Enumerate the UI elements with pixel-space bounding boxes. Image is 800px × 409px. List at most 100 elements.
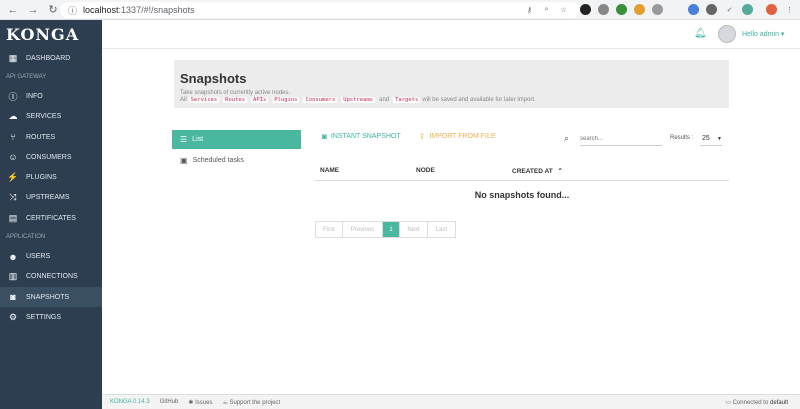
search-input[interactable] <box>580 132 662 146</box>
translate-icon[interactable] <box>688 4 699 15</box>
sidebar-item-users[interactable]: ☻ USERS <box>0 246 102 266</box>
import-file-button[interactable]: ⇪ IMPORT FROM FILE <box>419 132 496 141</box>
bell-icon[interactable]: 🔔︎ <box>694 28 707 39</box>
page-description-tags: All Services Routes APIs Plugins Consumers Up… <box>180 97 723 103</box>
extension-icon[interactable] <box>634 4 645 15</box>
entity-tag: Upstreams <box>341 97 376 103</box>
results-select[interactable]: 25 ▼ <box>700 132 722 146</box>
sidebar-item-snapshots[interactable]: ◙ SNAPSHOTS <box>0 286 102 308</box>
entity-tag: Consumers <box>303 97 338 103</box>
url-host: localhost <box>83 5 119 15</box>
page-next[interactable]: Next <box>400 222 428 237</box>
support-label: Support the project <box>229 399 281 406</box>
user-icon: ☺ <box>8 152 18 163</box>
sidebar-item-label: CONSUMERS <box>26 153 72 161</box>
instant-snapshot-button[interactable]: ◙ INSTANT SNAPSHOT <box>322 132 401 141</box>
key-icon[interactable]: ⚷ <box>524 4 535 15</box>
entity-tag: Targets <box>393 97 421 103</box>
import-file-label: IMPORT FROM FILE <box>429 133 496 140</box>
page-previous[interactable]: Previous <box>343 222 383 237</box>
extension-icon[interactable] <box>616 4 627 15</box>
forward-icon[interactable]: → <box>26 3 40 17</box>
entity-tag: Routes <box>223 97 248 103</box>
version-link[interactable]: KONGA 0.14.3 <box>110 399 150 405</box>
github-link[interactable]: GitHub <box>160 399 179 405</box>
section-api-gateway: API GATEWAY <box>6 74 47 81</box>
page-header: Snapshots Take snapshots of currently ac… <box>174 60 729 108</box>
snapshots-table: NAME NODE CREATED AT ⌃ No snapshots foun… <box>315 161 729 209</box>
extension-icon[interactable] <box>742 4 753 15</box>
extension-icon[interactable] <box>706 4 717 15</box>
address-bar[interactable]: ⓘ localhost:1337/#!/snapshots <box>60 2 580 18</box>
table-header: NAME NODE CREATED AT ⌃ <box>315 161 729 181</box>
camera-icon: ◙ <box>10 292 16 303</box>
page-current[interactable]: 1 <box>383 222 400 237</box>
issues-link[interactable]: ✱ Issues <box>188 399 212 406</box>
sidebar-item-upstreams[interactable]: ⤨ UPSTREAMS <box>0 188 102 208</box>
menu-item-list-label: List <box>192 136 204 143</box>
plug-icon: ⚡ <box>7 172 19 183</box>
menu-item-scheduled[interactable]: ▣ Scheduled tasks <box>172 151 301 170</box>
sidebar-item-settings[interactable]: ⚙ SETTINGS <box>0 307 102 327</box>
coffee-icon: ☕︎ <box>222 399 228 406</box>
calendar-icon: ▣ <box>180 156 188 165</box>
users-icon: ☻ <box>8 251 18 262</box>
sidebar-item-label: SERVICES <box>26 113 62 121</box>
connected-prefix: Connected to <box>732 399 769 406</box>
sidebar-item-routes[interactable]: ⑂ ROUTES <box>0 127 102 147</box>
page-last[interactable]: Last <box>428 222 455 237</box>
camera-icon: ◙ <box>322 132 327 141</box>
results-label: Results : <box>670 135 694 141</box>
footer: KONGA 0.14.3 GitHub ✱ Issues ☕︎ Support … <box>102 394 800 409</box>
entity-tag: Plugins <box>272 97 300 103</box>
url-path: :1337/#!/snapshots <box>118 5 195 15</box>
sidebar-item-label: SNAPSHOTS <box>26 293 70 301</box>
user-menu[interactable]: Hello admin ▾ <box>742 30 784 38</box>
connection-status[interactable]: ▭ Connected to default <box>725 399 788 406</box>
sidebar-item-label: CONNECTIONS <box>26 273 78 281</box>
sidebar-item-connections[interactable]: ▥ CONNECTIONS <box>0 267 102 287</box>
support-link[interactable]: ☕︎ Support the project <box>222 399 280 406</box>
column-created-at-label: CREATED AT <box>512 167 553 175</box>
check-icon[interactable]: ✓ <box>724 4 735 15</box>
sidebar-item-info[interactable]: ⓘ INFO <box>0 86 102 106</box>
star-icon[interactable]: ☆ <box>558 4 569 15</box>
sidebar-item-consumers[interactable]: ☺ CONSUMERS <box>0 147 102 167</box>
column-node[interactable]: NODE <box>416 167 435 174</box>
extension-icon[interactable] <box>580 4 591 15</box>
menu-item-scheduled-label: Scheduled tasks <box>192 157 244 164</box>
page-first[interactable]: First <box>316 222 343 237</box>
entity-tag: Services <box>188 97 220 103</box>
sidebar-item-plugins[interactable]: ⚡ PLUGINS <box>0 167 102 187</box>
shuffle-icon: ⤨ <box>9 192 17 203</box>
desc-and: and <box>379 97 390 103</box>
reload-icon[interactable]: ↻ <box>46 3 60 17</box>
zoom-icon[interactable]: ⌕ <box>541 4 552 15</box>
sort-up-icon: ⌃ <box>557 167 563 175</box>
sidebar-item-label: DASHBOARD <box>26 54 71 62</box>
sidebar-item-certificates[interactable]: ▤ CERTIFICATES <box>0 208 102 228</box>
certificate-icon: ▤ <box>8 212 18 223</box>
results-value: 25 <box>702 135 710 142</box>
sidebar-item-services[interactable]: ☁ SERVICES <box>0 107 102 127</box>
profile-icon[interactable] <box>766 4 777 15</box>
issues-label: Issues <box>195 399 213 406</box>
column-created-at[interactable]: CREATED AT ⌃ <box>512 167 563 175</box>
logo[interactable]: KONGA <box>0 20 102 48</box>
sidebar-item-dashboard[interactable]: ▦ DASHBOARD <box>0 48 102 68</box>
avatar[interactable] <box>718 25 736 43</box>
extension-icon[interactable] <box>652 4 663 15</box>
menu-icon[interactable]: ⋮ <box>784 4 795 15</box>
gear-icon: ⚙ <box>8 311 18 322</box>
desc-prefix: All <box>180 97 187 103</box>
section-application: APPLICATION <box>6 234 46 241</box>
back-icon[interactable]: ← <box>6 3 20 17</box>
column-name[interactable]: NAME <box>320 167 339 174</box>
sidebar-item-label: USERS <box>26 253 51 261</box>
extension-icon[interactable] <box>598 4 609 15</box>
menu-item-list[interactable]: ☰ List <box>172 130 301 149</box>
grid-icon: ▦ <box>8 52 18 63</box>
search-icon: ⌕ <box>564 133 570 143</box>
top-bar: 🔔︎ Hello admin ▾ <box>102 20 800 49</box>
bug-icon: ✱ <box>188 399 194 406</box>
